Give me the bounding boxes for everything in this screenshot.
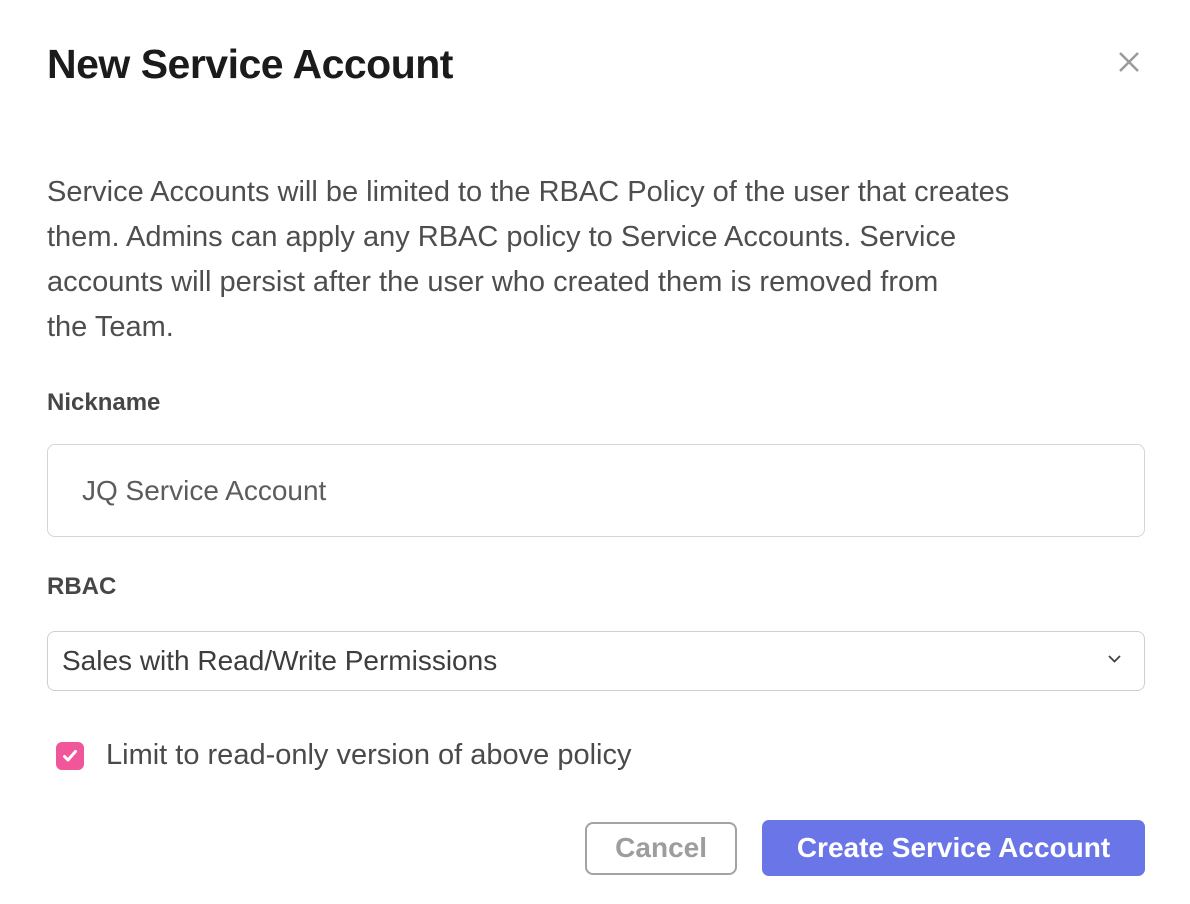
close-icon bbox=[1115, 64, 1143, 79]
rbac-label: RBAC bbox=[47, 572, 1145, 602]
modal-footer: Cancel Create Service Account bbox=[47, 820, 1145, 876]
nickname-input[interactable] bbox=[47, 444, 1145, 537]
description-line: accounts will persist after the user who… bbox=[47, 260, 1145, 305]
close-button[interactable] bbox=[1115, 40, 1145, 76]
cancel-button[interactable]: Cancel bbox=[585, 822, 737, 875]
description-line: the Team. bbox=[47, 305, 1145, 350]
rbac-select[interactable]: Sales with Read/Write Permissions bbox=[47, 631, 1145, 691]
modal-title: New Service Account bbox=[47, 40, 453, 88]
limit-readonly-label: Limit to read-only version of above poli… bbox=[106, 739, 631, 772]
limit-readonly-checkbox-row[interactable]: Limit to read-only version of above poli… bbox=[47, 739, 1145, 772]
modal-description: Service Accounts will be limited to the … bbox=[47, 170, 1145, 350]
nickname-label: Nickname bbox=[47, 388, 1145, 418]
modal-header: New Service Account bbox=[47, 40, 1145, 88]
description-line: Service Accounts will be limited to the … bbox=[47, 170, 1145, 215]
checkbox-checked-icon[interactable] bbox=[56, 742, 84, 770]
create-service-account-button[interactable]: Create Service Account bbox=[762, 820, 1145, 876]
rbac-selected-value: Sales with Read/Write Permissions bbox=[62, 645, 497, 677]
description-line: them. Admins can apply any RBAC policy t… bbox=[47, 215, 1145, 260]
new-service-account-modal: New Service Account Service Accounts wil… bbox=[0, 40, 1190, 876]
chevron-down-icon bbox=[1105, 649, 1124, 673]
